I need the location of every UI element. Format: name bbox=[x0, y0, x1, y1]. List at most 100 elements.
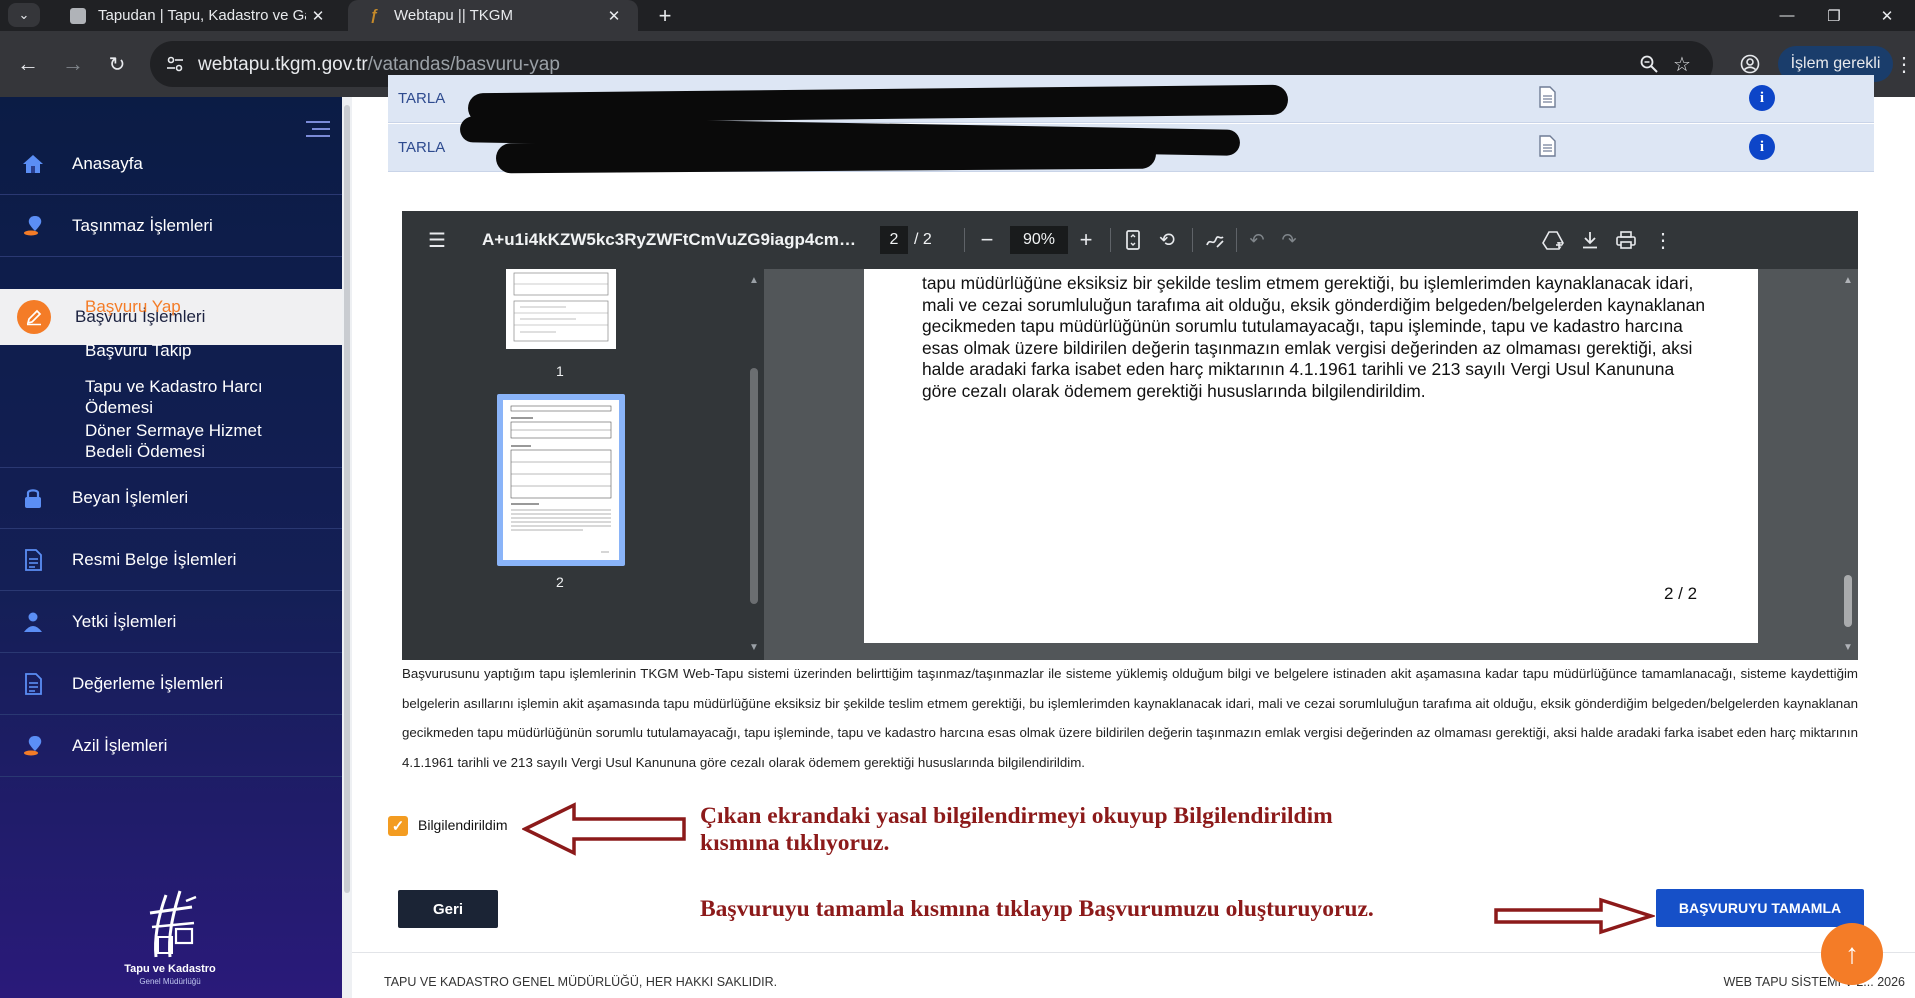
close-tab-icon[interactable]: ✕ bbox=[306, 7, 330, 25]
sidebar-scrollbar[interactable] bbox=[342, 97, 352, 998]
info-icon[interactable]: i bbox=[1749, 134, 1775, 160]
redaction-mark bbox=[495, 138, 1157, 174]
thumbnail-page-2[interactable] bbox=[503, 400, 619, 560]
property-type-cell: TARLA bbox=[398, 139, 446, 156]
thumbnail-form-lines bbox=[510, 405, 612, 553]
sidebar-item-anasayfa[interactable]: Anasayfa bbox=[0, 133, 342, 195]
download-icon[interactable] bbox=[1577, 227, 1603, 253]
toolbar-divider bbox=[1110, 228, 1111, 252]
close-window-button[interactable]: ✕ bbox=[1859, 0, 1915, 31]
favicon-icon bbox=[70, 7, 86, 24]
checkbox-label[interactable]: Bilgilendirildim bbox=[418, 817, 507, 833]
pdf-page: tapu müdürlüğüne eksiksiz bir şekilde te… bbox=[864, 269, 1758, 643]
annotation-arrow-left bbox=[522, 802, 686, 856]
sidebar-item-label: Anasayfa bbox=[72, 153, 143, 173]
scroll-to-top-button[interactable]: ↑ bbox=[1821, 923, 1883, 985]
document-icon[interactable] bbox=[1538, 135, 1556, 163]
site-info-icon[interactable] bbox=[164, 53, 186, 75]
reload-icon[interactable]: ↻ bbox=[101, 48, 133, 80]
property-table: TARLA i TARLA i bbox=[388, 75, 1874, 175]
sidebar-subitem-doner-sermaye[interactable]: Döner Sermaye Hizmet Bedeli Ödemesi bbox=[85, 420, 295, 462]
pdf-toolbar: ☰ A+u1i4kKZW5kc3RyZWFtCmVuZG9iagp4cmV...… bbox=[402, 211, 1858, 269]
page-number-input[interactable]: 2 bbox=[880, 226, 908, 254]
map-pin-icon bbox=[22, 215, 44, 237]
legal-disclaimer: Başvurusunu yaptığım tapu işlemlerinin T… bbox=[402, 666, 1858, 770]
bookmark-star-icon[interactable]: ☆ bbox=[1669, 51, 1695, 77]
lock-icon bbox=[22, 487, 44, 509]
pdf-page-text: tapu müdürlüğüne eksiksiz bir şekilde te… bbox=[922, 273, 1706, 401]
drive-save-icon[interactable] bbox=[1540, 227, 1566, 253]
info-icon[interactable]: i bbox=[1749, 85, 1775, 111]
toolbar-divider bbox=[964, 228, 965, 252]
restore-button[interactable]: ❐ bbox=[1806, 0, 1862, 31]
sidebar: Anasayfa Taşınmaz İşlemleri Başvuru İşle… bbox=[0, 97, 342, 998]
bilgilendirildim-checkbox[interactable]: ✓ bbox=[388, 816, 408, 836]
thumbnail-label: 2 bbox=[556, 574, 564, 590]
thumbnail-form-lines bbox=[513, 272, 609, 342]
tab-search-chevron-icon[interactable]: ⌄ bbox=[8, 3, 40, 27]
sidebar-menu-icon[interactable]: ☰ bbox=[424, 227, 450, 253]
tkgm-emblem-icon bbox=[149, 890, 197, 958]
browser-tab-webtapu[interactable]: ƒ Webtapu || TKGM ✕ bbox=[348, 0, 638, 31]
scrollbar-thumb[interactable] bbox=[750, 368, 758, 604]
new-tab-button[interactable]: + bbox=[650, 0, 680, 31]
browser-tab-bar: ⌄ Tapudan | Tapu, Kadastro ve Ga ✕ ƒ Web… bbox=[0, 0, 1915, 31]
rotate-icon[interactable]: ⟲ bbox=[1154, 227, 1180, 253]
annotation-text: Çıkan ekrandaki yasal bilgilendirmeyi ok… bbox=[700, 803, 1333, 829]
url-text[interactable]: webtapu.tkgm.gov.tr/vatandas/basvuru-yap bbox=[198, 54, 560, 76]
zoom-input[interactable]: 90% bbox=[1010, 226, 1068, 254]
sidebar-item-beyan[interactable]: Beyan İşlemleri bbox=[0, 467, 342, 529]
browser-tab-tapudan[interactable]: Tapudan | Tapu, Kadastro ve Ga ✕ bbox=[52, 0, 342, 31]
pen-icon bbox=[17, 300, 51, 334]
pdf-more-icon[interactable]: ⋮ bbox=[1650, 227, 1676, 253]
annotation-arrow-right bbox=[1494, 897, 1655, 935]
sidebar-item-tasinmaz[interactable]: Taşınmaz İşlemleri bbox=[0, 195, 342, 257]
property-type-cell: TARLA bbox=[398, 90, 446, 107]
complete-application-button[interactable]: BAŞVURUYU TAMAMLA bbox=[1656, 889, 1864, 927]
zoom-in-icon[interactable]: + bbox=[1073, 227, 1099, 253]
scroll-up-icon[interactable]: ▲ bbox=[749, 275, 759, 286]
forward-arrow-icon[interactable]: → bbox=[57, 48, 89, 80]
document-icon bbox=[22, 672, 44, 695]
user-icon bbox=[22, 611, 44, 633]
sidebar-subitem-harc-odemesi[interactable]: Tapu ve Kadastro Harcı Ödemesi bbox=[85, 376, 285, 418]
tab-title: Webtapu || TKGM bbox=[394, 7, 513, 24]
zoom-out-icon[interactable]: − bbox=[974, 227, 1000, 253]
sidebar-item-yetki[interactable]: Yetki İşlemleri bbox=[0, 591, 342, 653]
thumbnail-page-1[interactable] bbox=[506, 269, 616, 349]
scroll-down-icon[interactable]: ▼ bbox=[749, 642, 759, 653]
zoom-icon[interactable] bbox=[1636, 51, 1662, 77]
page-total: / 2 bbox=[914, 231, 932, 248]
footer-divider bbox=[352, 952, 1915, 953]
redo-icon[interactable]: ↷ bbox=[1276, 227, 1302, 253]
pdf-thumbnail-panel: 1 2 ▲ ▼ bbox=[402, 269, 764, 660]
annotation-text: kısmına tıklıyoruz. bbox=[700, 830, 890, 856]
scroll-up-icon[interactable]: ▲ bbox=[1843, 275, 1853, 286]
fit-page-icon[interactable] bbox=[1120, 227, 1146, 253]
sidebar-subitem-basvuru-yap[interactable]: Başvuru Yap bbox=[85, 296, 181, 317]
document-icon[interactable] bbox=[1538, 86, 1556, 114]
scrollbar-thumb[interactable] bbox=[344, 105, 350, 893]
sidebar-item-label: Değerleme İşlemleri bbox=[72, 673, 224, 693]
pdf-scrollbar[interactable]: ▲ ▼ bbox=[1838, 269, 1858, 660]
back-button[interactable]: Geri bbox=[398, 890, 498, 928]
undo-icon[interactable]: ↶ bbox=[1244, 227, 1270, 253]
tkgm-logo[interactable]: Tapu ve Kadastro Genel Müdürlüğü bbox=[110, 887, 230, 991]
sidebar-subitem-basvuru-takip[interactable]: Başvuru Takip bbox=[85, 340, 191, 361]
back-arrow-icon[interactable]: ← bbox=[12, 48, 44, 80]
sidebar-item-degerleme[interactable]: Değerleme İşlemleri bbox=[0, 653, 342, 715]
thumbnail-scrollbar[interactable]: ▲ ▼ bbox=[744, 269, 764, 660]
logo-subtitle: Genel Müdürlüğü bbox=[139, 977, 201, 986]
sidebar-item-resmi-belge[interactable]: Resmi Belge İşlemleri bbox=[0, 529, 342, 591]
url-path: /vatandas/basvuru-yap bbox=[367, 54, 560, 75]
sidebar-item-azil[interactable]: Azil İşlemleri bbox=[0, 715, 342, 777]
webtapu-favicon-icon: ƒ bbox=[369, 7, 379, 24]
url-host: webtapu.tkgm.gov.tr bbox=[198, 54, 368, 75]
close-tab-icon[interactable]: ✕ bbox=[602, 7, 626, 25]
browser-menu-icon[interactable]: ⋮ bbox=[1893, 48, 1915, 80]
scrollbar-thumb[interactable] bbox=[1844, 575, 1852, 627]
print-icon[interactable] bbox=[1613, 227, 1639, 253]
scroll-down-icon[interactable]: ▼ bbox=[1843, 642, 1853, 653]
annotate-icon[interactable] bbox=[1202, 227, 1228, 253]
thumbnail-label: 1 bbox=[556, 363, 564, 379]
